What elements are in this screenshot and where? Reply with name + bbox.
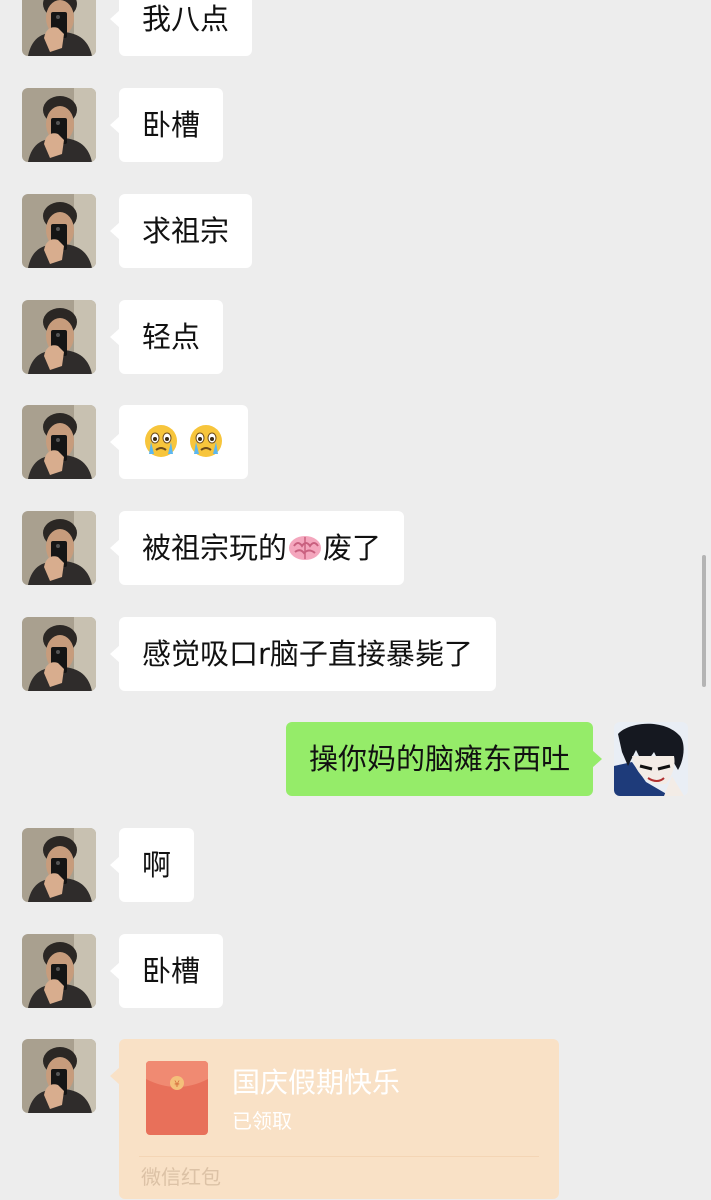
message-row: 卧槽 (0, 88, 711, 162)
red-packet-label: 微信红包 (141, 1165, 221, 1189)
message-text: 感觉吸口r脑子直接暴毙了 (142, 637, 473, 671)
red-packet-icon: ¥ (146, 1061, 208, 1135)
divider (139, 1156, 539, 1157)
message-text: 轻点 (142, 320, 201, 354)
contact-avatar[interactable] (22, 194, 96, 268)
message-text: 求祖宗 (142, 214, 230, 248)
message-row: 被祖宗玩的 废了 (0, 511, 711, 585)
contact-avatar[interactable] (22, 0, 96, 56)
red-packet-card[interactable]: ¥ 国庆假期快乐 已领取 微信红包 (110, 1039, 559, 1199)
contact-avatar[interactable] (22, 828, 96, 902)
message-text: 废了 (323, 531, 382, 565)
message-bubble[interactable]: 卧槽 (109, 88, 224, 162)
message-bubble-outgoing[interactable]: 操你妈的脑瘫东西吐 (285, 722, 603, 796)
message-text: 被祖宗玩的 (142, 531, 288, 565)
message-row: 轻点 (0, 300, 711, 374)
message-row: 我八点 (0, 0, 711, 57)
message-row: 卧槽 (0, 934, 711, 1008)
message-bubble[interactable] (109, 405, 249, 479)
contact-avatar[interactable] (22, 1039, 96, 1113)
message-row: 感觉吸口r脑子直接暴毙了 (0, 617, 711, 691)
contact-avatar[interactable] (22, 88, 96, 162)
message-text: 卧槽 (142, 108, 201, 142)
red-packet-title: 国庆假期快乐 (232, 1066, 401, 1099)
message-text: 操你妈的脑瘫东西吐 (308, 742, 570, 776)
message-bubble[interactable]: 轻点 (109, 300, 224, 374)
red-packet-status: 已领取 (232, 1109, 292, 1133)
message-bubble[interactable]: 被祖宗玩的 废了 (109, 511, 405, 585)
contact-avatar[interactable] (22, 300, 96, 374)
contact-avatar[interactable] (22, 617, 96, 691)
message-bubble[interactable]: 啊 (109, 828, 195, 902)
message-text: 卧槽 (142, 954, 201, 988)
svg-text:¥: ¥ (174, 1080, 180, 1090)
message-bubble[interactable]: 求祖宗 (109, 194, 253, 268)
chat-history: 我八点 卧槽 求祖宗 轻点 被祖宗玩的 废了 感觉吸口r脑子直接暴毙了 操你妈的… (0, 0, 711, 1200)
contact-avatar[interactable] (22, 934, 96, 1008)
message-text: 啊 (142, 848, 172, 882)
message-text: 我八点 (142, 2, 230, 36)
message-row: 求祖宗 (0, 194, 711, 268)
scrollbar[interactable] (702, 555, 706, 687)
message-bubble[interactable]: 感觉吸口r脑子直接暴毙了 (110, 617, 496, 691)
message-row: 啊 (0, 828, 711, 902)
crying-face-emoji (145, 425, 177, 457)
message-bubble[interactable]: 我八点 (109, 0, 253, 56)
my-avatar[interactable] (614, 722, 688, 796)
message-bubble[interactable]: 卧槽 (109, 934, 224, 1008)
contact-avatar[interactable] (22, 511, 96, 585)
brain-emoji (289, 536, 322, 560)
crying-face-emoji (190, 425, 223, 457)
contact-avatar[interactable] (22, 405, 96, 479)
message-row (0, 405, 711, 479)
message-row-outgoing: 操你妈的脑瘫东西吐 (0, 722, 711, 796)
